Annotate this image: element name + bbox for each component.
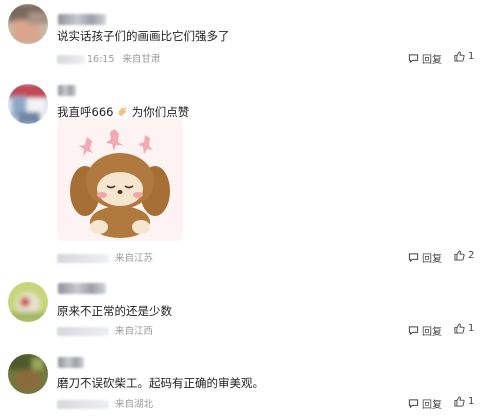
reply-button[interactable]: 回复: [408, 323, 442, 338]
comment-text-main: 我直呼666: [57, 105, 114, 119]
reply-label: 回复: [422, 400, 442, 411]
reply-label: 回复: [422, 55, 442, 66]
username[interactable]: [58, 85, 76, 96]
reply-label: 回复: [422, 327, 442, 338]
thumbs-up-icon: [454, 250, 465, 261]
comment-text: 磨刀不误砍柴工。起码有正确的审美观。: [57, 376, 264, 390]
like-button[interactable]: 1: [454, 323, 474, 334]
chat-bubble-icon: [408, 326, 419, 336]
avatar[interactable]: [8, 354, 48, 394]
avatar[interactable]: [8, 4, 48, 44]
blurred-date: [57, 254, 109, 263]
comment-meta: 16:15 来自甘肃: [57, 51, 160, 65]
like-button[interactable]: 1: [454, 51, 474, 62]
comment-meta: 来自湖北: [57, 396, 153, 410]
chat-bubble-icon: [408, 54, 419, 64]
reply-button[interactable]: 回复: [408, 51, 442, 66]
comment-text-suffix: 为你们点赞: [131, 105, 190, 119]
blurred-date: [57, 55, 85, 64]
like-button[interactable]: 1: [454, 396, 474, 407]
reply-label: 回复: [422, 254, 442, 265]
thumbs-up-icon: [454, 323, 465, 334]
avatar[interactable]: [8, 282, 48, 322]
reply-button[interactable]: 回复: [408, 396, 442, 411]
comment-location: 来自江西: [115, 326, 154, 337]
like-count: 1: [468, 323, 475, 334]
username[interactable]: [58, 283, 106, 294]
comment-meta: 来自江苏: [57, 250, 153, 264]
comment-location: 来自湖北: [115, 399, 154, 410]
avatar[interactable]: [8, 84, 48, 124]
comment-item: 原来不正常的还是少数 来自江西 回复 1: [0, 276, 499, 340]
comment-text: 说实话孩子们的画画比它们强多了: [57, 29, 230, 43]
like-count: 2: [468, 250, 475, 261]
blurred-date: [57, 327, 109, 336]
comment-text: 我直呼666 为你们点赞: [57, 104, 189, 120]
username[interactable]: [58, 14, 106, 25]
comment-time: 16:15: [87, 54, 115, 65]
thumbs-up-icon: [454, 51, 465, 62]
blurred-date: [57, 400, 109, 409]
chat-bubble-icon: [408, 253, 419, 263]
chat-bubble-icon: [408, 399, 419, 409]
thumbs-up-icon: [454, 396, 465, 407]
username[interactable]: [58, 357, 84, 368]
reply-button[interactable]: 回复: [408, 250, 442, 265]
like-button[interactable]: 2: [454, 250, 474, 261]
comment-location: 来自甘肃: [122, 54, 161, 65]
like-count: 1: [468, 396, 475, 407]
clap-emoji-icon: [117, 106, 128, 117]
comment-item: 说实话孩子们的画画比它们强多了 16:15 来自甘肃 回复 1: [0, 0, 499, 70]
comment-meta: 来自江西: [57, 323, 153, 337]
comment-item: 我直呼666 为你们点赞 来自江苏 回复 2: [0, 78, 499, 268]
comment-location: 来自江苏: [115, 253, 154, 264]
comment-text: 原来不正常的还是少数: [57, 304, 172, 318]
like-count: 1: [468, 51, 475, 62]
comment-item: 磨刀不误砍柴工。起码有正确的审美观。 来自湖北 回复 1: [0, 348, 499, 416]
puppy-sticker[interactable]: [57, 119, 183, 241]
